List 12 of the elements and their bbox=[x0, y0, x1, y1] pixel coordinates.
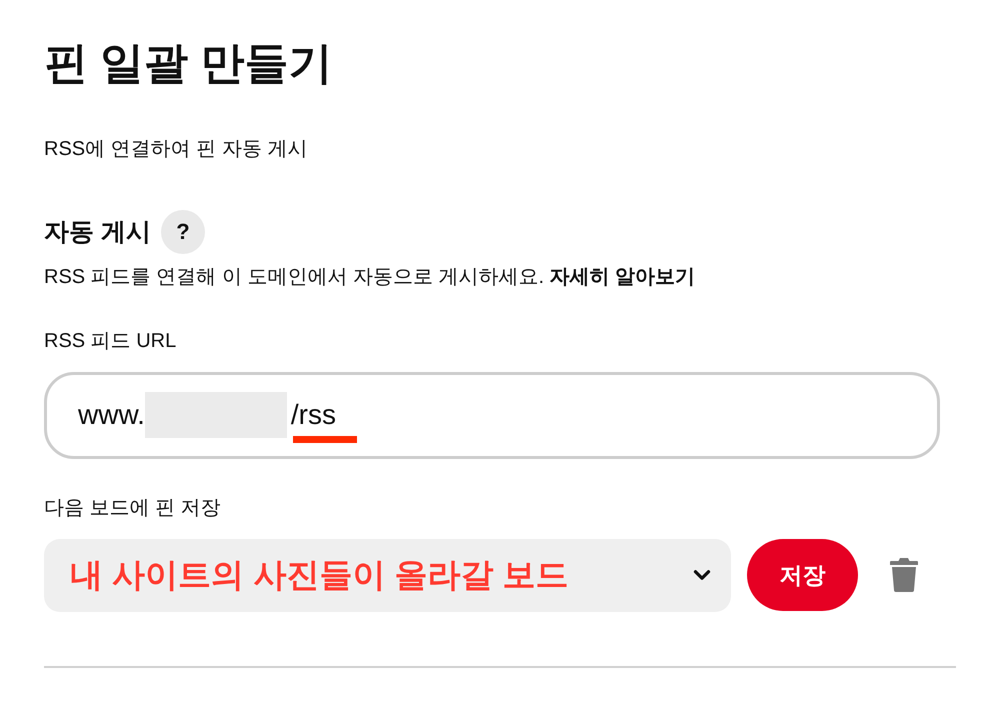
save-button[interactable]: 저장 bbox=[747, 539, 858, 612]
field-label: 다음 보드에 핀 저장 bbox=[44, 496, 221, 521]
page-title: 핀 일괄 만들기 bbox=[44, 38, 332, 90]
board-name: 내 사이트의 사진들이 올라갈 보드 bbox=[70, 555, 569, 596]
url-input-field[interactable]: www. /rss bbox=[44, 372, 940, 459]
learn-more-link[interactable]: 자세히 알아보기 bbox=[550, 266, 696, 288]
field-label: RSS 피드 URL bbox=[44, 328, 176, 354]
trash-icon[interactable] bbox=[890, 558, 918, 592]
page-subtitle: RSS에 연결하여 핀 자동 게시 bbox=[44, 136, 308, 162]
help-button[interactable]: ? bbox=[160, 210, 205, 254]
auto-post-description: RSS 피드를 연결해 이 도메인에서 자동으로 게시하세요. 자세히 알아보기 bbox=[44, 264, 696, 290]
section-heading: 자동 게시 bbox=[44, 216, 151, 248]
